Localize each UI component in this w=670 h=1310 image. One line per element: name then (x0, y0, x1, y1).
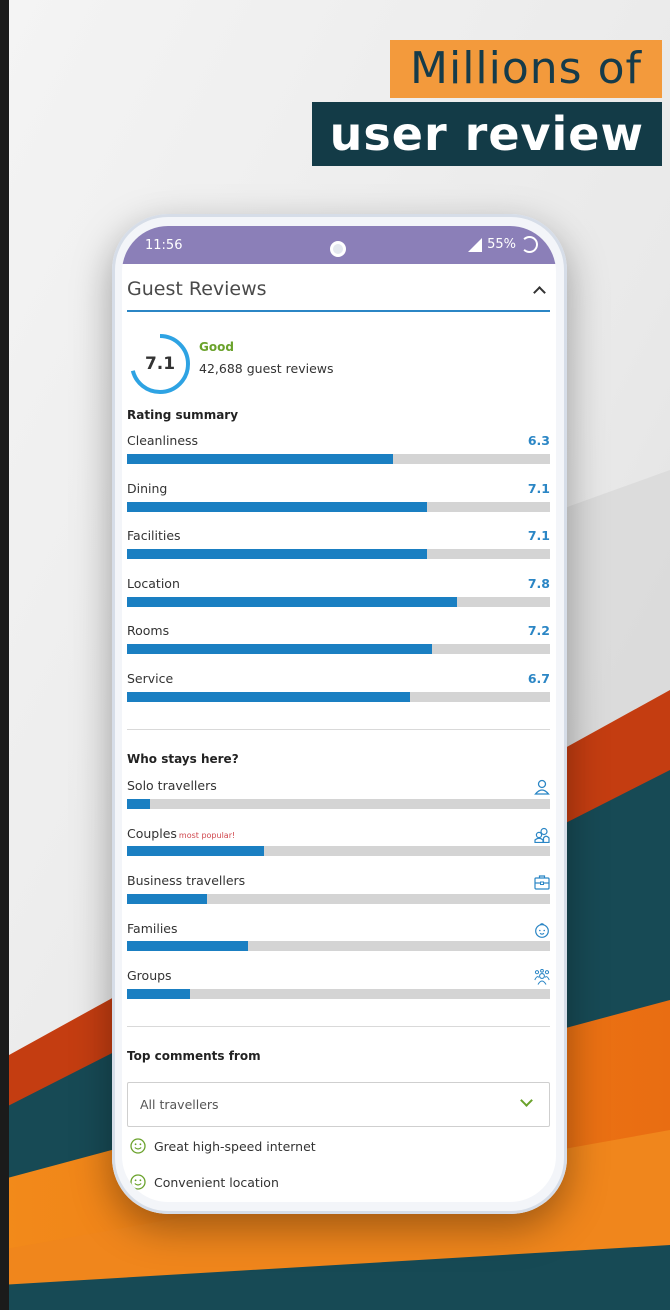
rating-bar (127, 549, 550, 559)
promo-line-2: user review (311, 102, 662, 166)
group-icon (534, 969, 550, 985)
traveller-label: Solo travellers (127, 778, 217, 793)
rating-bar-fill (127, 549, 428, 559)
briefcase-icon (534, 875, 550, 890)
battery-percent: 55% (487, 237, 516, 252)
most-popular-tag: most popular! (178, 831, 236, 840)
traveller-bar (127, 799, 550, 809)
rating-value: 7.1 (527, 528, 550, 543)
traveller-label: Couples most popular! (127, 826, 235, 841)
rating-value: 7.1 (527, 481, 550, 496)
traveller-bar-fill (127, 799, 151, 809)
battery-icon (521, 236, 538, 253)
divider (127, 729, 550, 730)
score-value: 7.1 (144, 354, 176, 374)
score-ring: 7.1 (128, 332, 192, 396)
rating-value: 7.8 (527, 576, 550, 591)
status-bar: 11:56 55% (122, 226, 556, 264)
status-time: 11:56 (145, 238, 183, 253)
rating-bar-fill (127, 644, 432, 654)
phone-screen: 11:56 55% Guest Reviews 7.1 Good 42,688 … (122, 226, 556, 1202)
rating-value: 6.3 (527, 433, 550, 448)
rating-bar (127, 454, 550, 464)
traveller-bar (127, 989, 550, 999)
rating-summary-title: Rating summary (127, 408, 239, 422)
signal-icon (468, 237, 483, 252)
rating-value: 7.2 (527, 623, 550, 638)
comment-text: Great high-speed internet (154, 1138, 316, 1154)
guest-reviews-header[interactable]: Guest Reviews (127, 278, 550, 312)
traveller-label-text: Couples (127, 826, 177, 841)
rating-value: 6.7 (527, 671, 550, 686)
promo-headline: Millions of user review (282, 40, 662, 168)
chevron-up-icon[interactable] (533, 286, 546, 299)
person-icon (534, 779, 550, 795)
baby-icon (535, 923, 549, 938)
traveller-bar-fill (127, 941, 248, 951)
phone-frame: 11:56 55% Guest Reviews 7.1 Good 42,688 … (112, 214, 567, 1214)
traveller-label: Groups (127, 968, 172, 983)
traveller-label: Families (127, 921, 178, 936)
traveller-bar (127, 846, 550, 856)
left-edge-strip (0, 0, 9, 1310)
rating-bar-fill (127, 597, 457, 607)
rating-label: Dining (127, 481, 168, 496)
rating-bar (127, 502, 550, 512)
rating-bar-fill (127, 502, 428, 512)
comment-item: Convenient location (130, 1173, 279, 1191)
status-right: 55% (468, 236, 538, 253)
rating-bar (127, 644, 550, 654)
who-stays-title: Who stays here? (127, 752, 239, 766)
traveller-bar (127, 941, 550, 951)
smiley-icon (130, 1174, 146, 1190)
rating-label: Cleanliness (127, 433, 199, 448)
rating-label: Service (127, 671, 174, 686)
chevron-down-icon[interactable] (520, 1094, 533, 1107)
rating-bar-fill (127, 692, 411, 702)
rating-bar (127, 597, 550, 607)
review-count: 42,688 guest reviews (199, 361, 334, 376)
traveller-bar-fill (127, 894, 208, 904)
smiley-icon (130, 1138, 146, 1154)
couple-icon (534, 827, 550, 843)
traveller-label: Business travellers (127, 873, 246, 888)
traveller-bar-fill (127, 989, 191, 999)
rating-bar (127, 692, 550, 702)
rating-label: Facilities (127, 528, 181, 543)
comment-text: Convenient location (154, 1174, 279, 1190)
rating-bar-fill (127, 454, 394, 464)
section-title: Guest Reviews (127, 278, 267, 300)
divider (127, 1026, 550, 1027)
rating-label: Rooms (127, 623, 170, 638)
traveller-bar (127, 894, 550, 904)
score-label: Good (199, 340, 234, 354)
traveller-type-dropdown[interactable]: All travellers (127, 1082, 550, 1127)
rating-label: Location (127, 576, 180, 591)
front-camera-icon (330, 241, 346, 257)
comment-item: Great high-speed internet (130, 1137, 316, 1155)
top-comments-title: Top comments from (127, 1049, 261, 1063)
traveller-bar-fill (127, 846, 265, 856)
promo-line-1: Millions of (390, 40, 662, 98)
dropdown-selected: All travellers (140, 1097, 219, 1112)
